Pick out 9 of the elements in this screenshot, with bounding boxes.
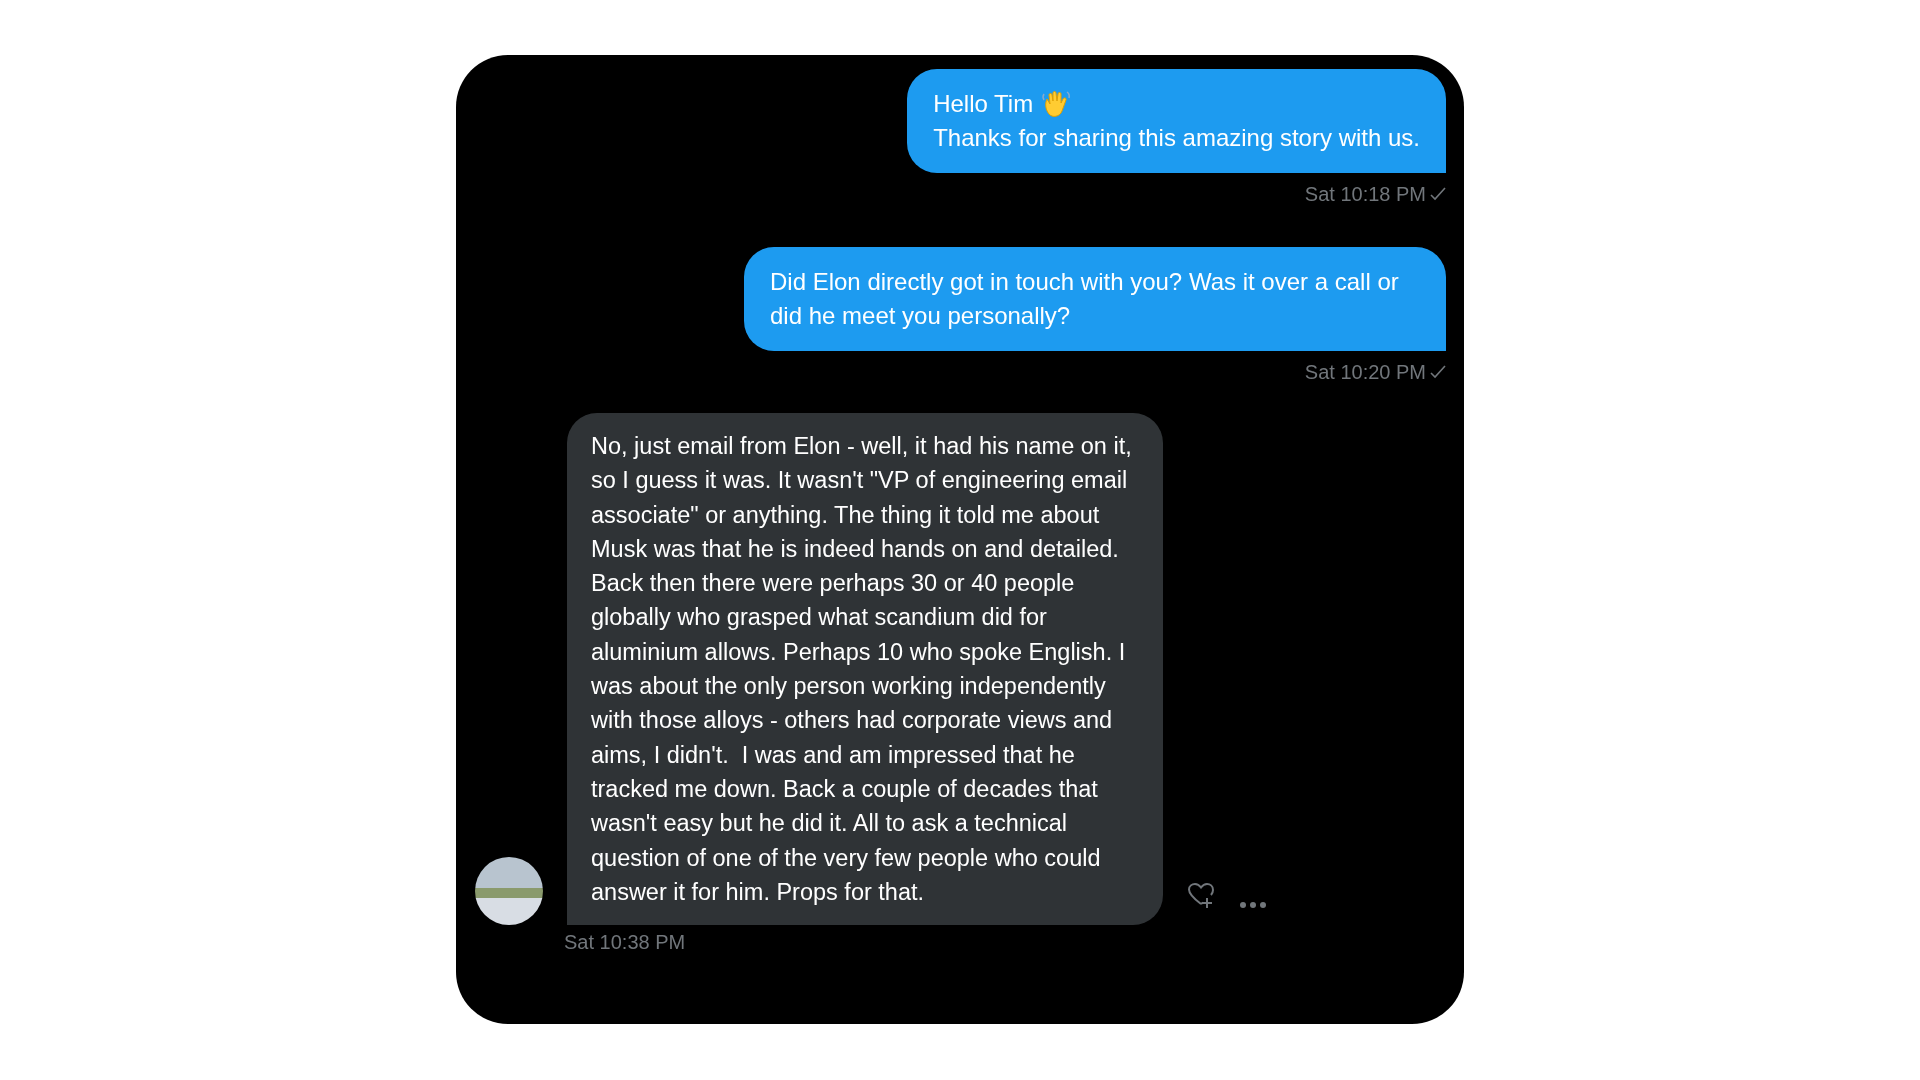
heart-plus-icon[interactable] xyxy=(1187,881,1215,910)
message-timestamp: Sat 10:20 PM xyxy=(1304,360,1426,385)
more-options-icon[interactable] xyxy=(1239,901,1267,910)
message-timestamp: Sat 10:18 PM xyxy=(1304,182,1426,207)
message-text: Hello Tim xyxy=(933,89,1034,119)
message-timestamp: Sat 10:38 PM xyxy=(564,930,686,956)
message-text: No, just email from Elon - well, it had his name on it, so I guess it was. It wasn't "VP of engineering email associate" or anything. The thing it told me about Musk was that he is indeed hands on and detailed. Back then there were perhaps 30 or 40 people globally who grasped what scandium did for aluminium allows. Perhaps 10 who spoke English. I was about the only person working independently with those alloys - others had corporate views and aims, I didn't. I was and am impressed that he tracked me down. Back a couple of decades that wasn't easy but he did it. All to ask a technical question of one of the very few people who could answer it for him. Props for that. xyxy=(567,413,1163,926)
message-text: Did Elon directly got in touch with you? Was it over a call or did he meet you personally? xyxy=(770,267,1400,331)
message-text: Thanks for sharing this amazing story with us. xyxy=(933,123,1420,153)
